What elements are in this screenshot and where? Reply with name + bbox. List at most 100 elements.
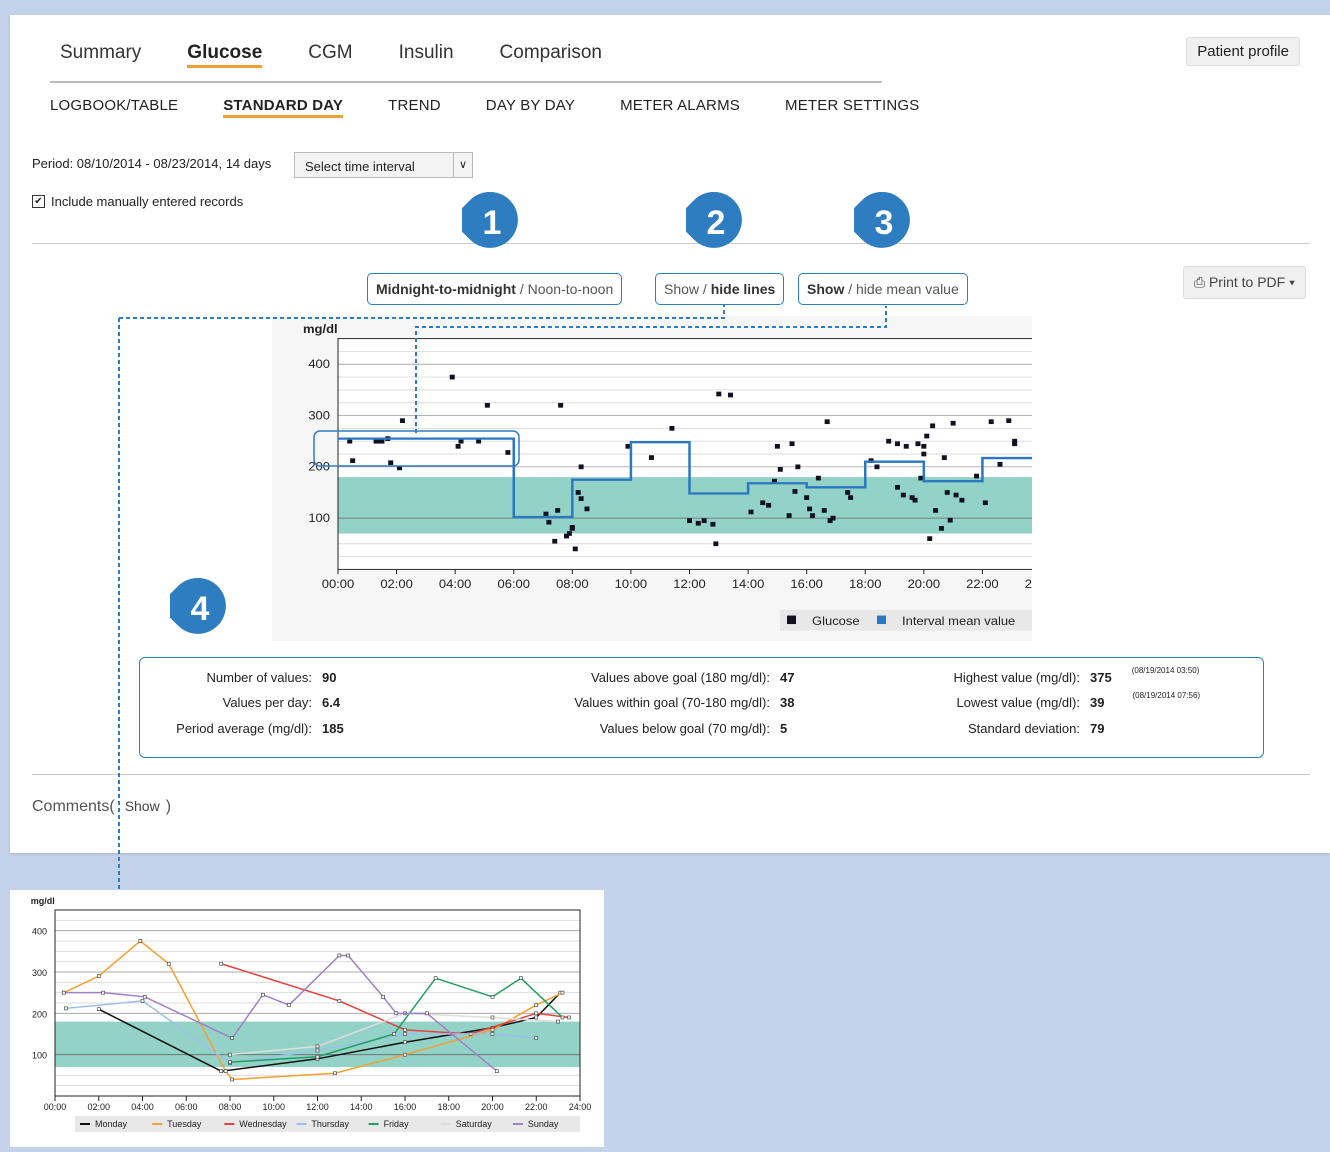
y-tick-label: 400: [32, 927, 47, 937]
tab-glucose[interactable]: Glucose: [187, 42, 263, 68]
show-mean-option[interactable]: Show: [807, 281, 844, 297]
mean-value-toggle[interactable]: Show / hide mean value: [798, 273, 968, 305]
lowest-value-label: Lowest value (mg/dl):: [956, 695, 1080, 710]
standard-deviation-label: Standard deviation:: [967, 721, 1080, 736]
glucose-point: [921, 451, 927, 457]
series-point: [64, 1006, 68, 1011]
glucose-point: [792, 489, 798, 494]
noon-option[interactable]: / Noon-to-noon: [516, 281, 613, 297]
day-range-toggle[interactable]: Midnight-to-midnight / Noon-to-noon: [367, 273, 623, 305]
glucose-point: [997, 461, 1003, 467]
glucose-point: [455, 443, 461, 449]
include-manual-checkbox[interactable]: ✔ Include manually entered records: [32, 194, 243, 209]
subtab-logbook[interactable]: LOGBOOK/TABLE: [50, 97, 178, 118]
glucose-point: [894, 484, 900, 490]
period-average-label: Period average (mg/dl):: [176, 721, 312, 736]
lowest-value-date: (08/19/2014 07:56): [1132, 691, 1201, 700]
glucose-point: [953, 492, 959, 498]
midnight-option[interactable]: Midnight-to-midnight: [376, 281, 516, 297]
subtab-meter-alarms[interactable]: METER ALARMS: [620, 97, 740, 118]
target-range-band: [338, 477, 1041, 534]
main-panel: Summary Glucose CGM Insulin Comparison L…: [10, 15, 1330, 853]
above-goal-label: Values above goal (180 mg/dl):: [591, 670, 770, 685]
x-tick-label: 18:00: [437, 1102, 460, 1112]
hide-mean-option[interactable]: / hide mean value: [844, 281, 959, 297]
series-point: [61, 990, 66, 995]
glucose-point: [804, 495, 810, 500]
glucose-point: [810, 513, 816, 518]
x-tick-label: 12:00: [306, 1102, 329, 1112]
divider: [32, 243, 1310, 244]
glucose-point: [397, 465, 403, 471]
series-point: [392, 1032, 396, 1036]
glucose-point: [921, 443, 927, 449]
subtab-standard-day[interactable]: STANDARD DAY: [223, 97, 344, 118]
chevron-down-icon: ∨: [453, 153, 472, 177]
patient-profile-button[interactable]: Patient profile: [1186, 37, 1300, 66]
glucose-point: [924, 433, 930, 439]
values-per-day: 6.4: [322, 695, 341, 710]
x-tick-label: 00:00: [322, 578, 354, 592]
glucose-point: [350, 458, 356, 464]
glucose-point: [578, 464, 584, 470]
glucose-point: [484, 402, 490, 408]
tab-insulin[interactable]: Insulin: [399, 42, 454, 68]
print-pdf-button[interactable]: ⎙ Print to PDF ▾: [1182, 266, 1306, 299]
comments-show-link[interactable]: Show: [125, 798, 160, 814]
glucose-point: [815, 475, 821, 481]
series-point: [534, 1011, 539, 1016]
series-point: [490, 995, 495, 999]
series-point: [403, 1040, 407, 1045]
caret-down-icon: ▾: [1289, 274, 1295, 290]
y-tick-label: 100: [308, 511, 330, 525]
callout-marker-3: 3: [842, 191, 914, 252]
glucose-point: [543, 511, 549, 517]
y-axis-label: mg/dl: [31, 896, 55, 906]
subtab-meter-settings[interactable]: METER SETTINGS: [785, 97, 919, 118]
standard-day-chart: 100 200 300 400 00:00 02:00 04:00 06:00 08:00 10:…: [272, 316, 1057, 641]
legend-label: Wednesday: [239, 1119, 287, 1129]
series-point: [490, 1032, 495, 1036]
tab-cgm[interactable]: CGM: [308, 42, 352, 68]
glucose-point: [777, 467, 783, 472]
within-goal: 38: [780, 695, 795, 710]
glucose-point: [821, 508, 827, 513]
period-text: Period: 08/10/2014 - 08/23/2014, 14 days: [32, 156, 272, 171]
x-tick-label: 04:00: [131, 1102, 154, 1112]
comments-label: Comments: [32, 798, 110, 815]
glucose-point: [558, 402, 564, 408]
subtab-day-by-day[interactable]: DAY BY DAY: [486, 97, 575, 118]
time-interval-select[interactable]: Select time interval ∨: [294, 152, 473, 178]
legend-glucose-label: Glucose: [812, 614, 860, 628]
series-point: [333, 1071, 337, 1076]
x-tick-label: 22:00: [966, 578, 998, 592]
show-lines-option[interactable]: Show /: [664, 281, 711, 297]
above-goal: 47: [780, 670, 795, 685]
glucose-point: [903, 443, 909, 449]
series-point: [166, 961, 171, 966]
series-point: [403, 1032, 407, 1036]
glucose-point: [399, 418, 405, 424]
tab-comparison[interactable]: Comparison: [500, 42, 602, 68]
callout-marker-2: 2: [674, 191, 746, 252]
series-point: [140, 999, 145, 1003]
lines-toggle[interactable]: Show / hide lines: [655, 273, 785, 305]
x-tick-label: 20:00: [908, 578, 940, 592]
glucose-point: [388, 460, 394, 466]
subtab-trend[interactable]: TREND: [388, 97, 441, 118]
x-tick-label: 02:00: [380, 578, 412, 592]
glucose-point: [710, 521, 716, 527]
tab-summary[interactable]: Summary: [60, 42, 141, 68]
series-point: [560, 1015, 565, 1020]
standard-deviation: 79: [1090, 721, 1105, 736]
glucose-point: [669, 426, 675, 431]
hide-lines-option[interactable]: hide lines: [711, 281, 776, 297]
series-point: [337, 999, 342, 1003]
series-point: [425, 1011, 429, 1016]
glucose-point: [648, 455, 654, 460]
glucose-point: [930, 423, 936, 429]
series-point: [490, 1028, 495, 1032]
glucose-point: [982, 500, 988, 506]
x-tick-label: 08:00: [219, 1102, 242, 1112]
legend-glucose-swatch: [787, 615, 796, 625]
